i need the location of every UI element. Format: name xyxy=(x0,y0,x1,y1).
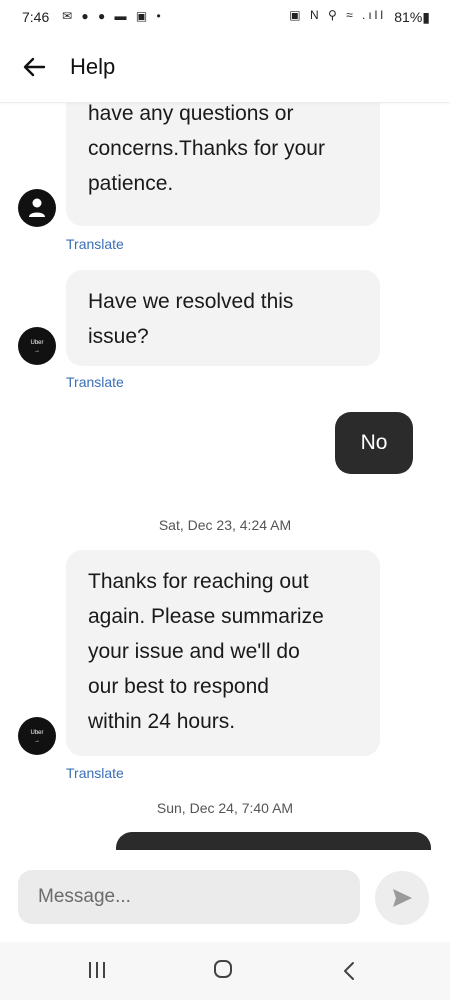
arrow-right-icon: → xyxy=(34,348,40,354)
back-chevron-icon[interactable] xyxy=(340,960,360,982)
system-nav-bar xyxy=(0,942,450,1000)
date-separator: Sat, Dec 23, 4:24 AM xyxy=(158,517,292,533)
message-line: within 24 hours. xyxy=(88,710,236,733)
translate-link[interactable]: Translate xyxy=(66,765,124,781)
message-line: issue? xyxy=(88,325,149,348)
message-text: No xyxy=(360,431,388,454)
notification-icons: ✉ ● ● ▬ ▣ • xyxy=(62,9,164,23)
message-line: have any questions or xyxy=(88,102,294,125)
message-input[interactable] xyxy=(18,870,360,924)
home-icon[interactable] xyxy=(214,960,232,978)
message-line: Have we resolved this xyxy=(88,290,294,313)
message-composer xyxy=(0,850,450,942)
message-line: again. Please summarize xyxy=(88,605,324,628)
page-title: Help xyxy=(70,54,116,79)
arrow-left-icon[interactable] xyxy=(18,51,50,83)
translate-link[interactable]: Translate xyxy=(66,236,124,252)
translate-link[interactable]: Translate xyxy=(66,374,124,390)
system-status-icons: ▣ N ⚲ ≈ .ıll xyxy=(289,8,386,22)
recent-apps-icon[interactable] xyxy=(86,960,110,980)
chat-thread[interactable]: have any questions or concerns.Thanks fo… xyxy=(0,102,450,850)
status-bar: 7:46 ✉ ● ● ▬ ▣ • ▣ N ⚲ ≈ .ıll 81%▮ xyxy=(0,0,450,34)
date-separator: Sun, Dec 24, 7:40 AM xyxy=(156,800,294,816)
send-icon xyxy=(393,889,412,907)
uber-logo-text: Uber xyxy=(30,730,44,736)
incoming-message: Thanks for reaching out again. Please su… xyxy=(66,550,380,756)
incoming-message: have any questions or concerns.Thanks fo… xyxy=(66,102,380,226)
status-time: 7:46 xyxy=(22,9,50,25)
message-line: your issue and we'll do xyxy=(88,640,300,663)
message-line: concerns.Thanks for your xyxy=(88,137,325,160)
uber-logo-text: Uber xyxy=(30,340,44,346)
send-button[interactable] xyxy=(375,871,429,925)
outgoing-message: No xyxy=(335,412,413,474)
message-line: our best to respond xyxy=(88,675,269,698)
help-chat-screen: 7:46 ✉ ● ● ▬ ▣ • ▣ N ⚲ ≈ .ıll 81%▮ Help … xyxy=(0,0,450,1000)
arrow-right-icon: → xyxy=(34,738,40,744)
uber-avatar: Uber → xyxy=(18,717,56,755)
message-line: Thanks for reaching out xyxy=(88,570,309,593)
outgoing-message xyxy=(116,832,431,850)
battery-indicator: 81%▮ xyxy=(394,9,430,25)
incoming-message: Have we resolved this issue? xyxy=(66,270,380,366)
message-line: patience. xyxy=(88,172,174,195)
user-icon xyxy=(18,189,56,227)
app-bar: Help xyxy=(0,34,450,103)
uber-avatar: Uber → xyxy=(18,327,56,365)
